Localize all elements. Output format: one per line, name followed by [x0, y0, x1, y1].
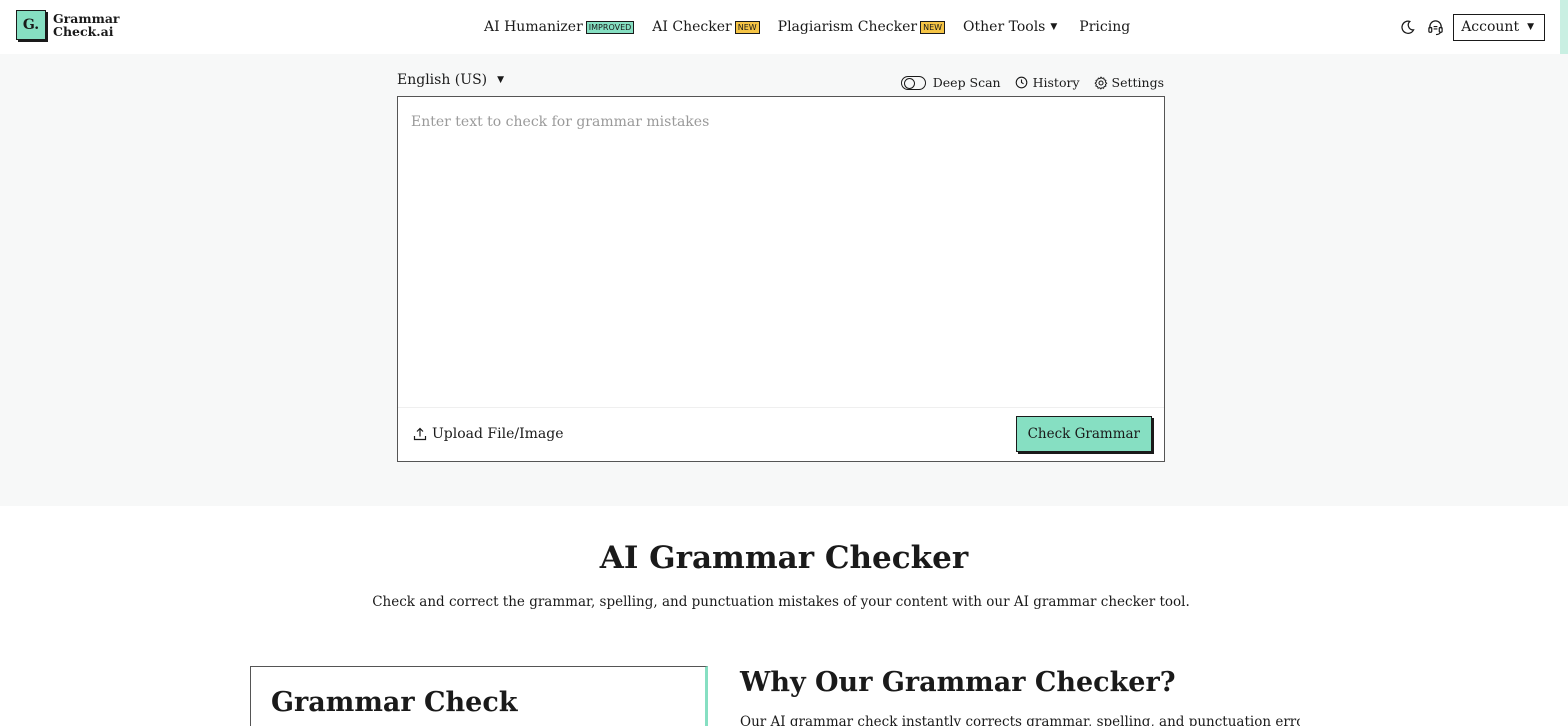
nav-label: Other Tools: [963, 19, 1046, 35]
support-headset-icon[interactable]: [1421, 13, 1449, 41]
card-title: Grammar Check: [271, 687, 518, 718]
upload-file-button[interactable]: Upload File/Image: [413, 426, 564, 442]
grammar-text-input[interactable]: [398, 97, 1164, 407]
caret-down-icon: ▼: [1527, 22, 1534, 32]
new-badge: NEW: [734, 20, 760, 34]
gear-icon: [1094, 76, 1107, 89]
caret-down-icon: ▼: [1050, 22, 1058, 32]
page-subtitle: Check and correct the grammar, spelling,…: [372, 594, 1190, 610]
why-section-title: Why Our Grammar Checker?: [740, 667, 1176, 698]
top-navbar: G. Grammar Check.ai AI Humanizer IMPROVE…: [0, 0, 1568, 54]
nav-plagiarism-checker[interactable]: Plagiarism Checker NEW: [777, 19, 946, 35]
main-nav: AI Humanizer IMPROVED AI Checker NEW Pla…: [484, 0, 1130, 54]
history-button[interactable]: History: [1015, 75, 1080, 90]
logo-mark: G.: [16, 10, 46, 40]
nav-label: AI Checker: [652, 19, 732, 35]
nav-ai-checker[interactable]: AI Checker NEW: [652, 19, 760, 35]
improved-badge: IMPROVED: [585, 20, 635, 34]
nav-label: AI Humanizer: [484, 19, 583, 35]
settings-label: Settings: [1111, 75, 1164, 90]
deep-scan-label: Deep Scan: [932, 75, 1001, 90]
logo-wordmark: Grammar Check.ai: [53, 12, 120, 38]
account-label: Account: [1461, 19, 1520, 35]
check-grammar-button[interactable]: Check Grammar: [1015, 416, 1152, 452]
nav-other-tools-dropdown[interactable]: Other Tools ▼: [963, 19, 1057, 35]
nav-ai-humanizer[interactable]: AI Humanizer IMPROVED: [484, 19, 635, 35]
history-clock-icon: [1015, 76, 1027, 89]
why-section-text: Our AI grammar check instantly corrects …: [740, 714, 1300, 726]
moon-icon[interactable]: [1393, 13, 1421, 41]
nav-label: Pricing: [1079, 19, 1131, 35]
grammar-check-card: Grammar Check: [250, 666, 708, 726]
site-logo[interactable]: G. Grammar Check.ai: [16, 10, 120, 40]
header-actions: Account ▼: [1393, 13, 1545, 41]
logo-line-2: Check.ai: [53, 24, 114, 39]
nav-pricing[interactable]: Pricing: [1079, 19, 1130, 35]
toggle-switch-icon: [900, 75, 926, 90]
deep-scan-toggle[interactable]: Deep Scan: [900, 75, 1001, 90]
grammar-tool-section: English (US) ▼ Deep Scan History Setting…: [0, 54, 1568, 506]
editor-footer: Upload File/Image Check Grammar: [398, 407, 1164, 461]
new-badge: NEW: [920, 20, 946, 34]
history-label: History: [1032, 75, 1080, 90]
language-value: English (US): [397, 72, 488, 88]
settings-button[interactable]: Settings: [1094, 75, 1164, 90]
page-title: AI Grammar Checker: [599, 540, 969, 576]
nav-label: Plagiarism Checker: [777, 19, 918, 35]
caret-down-icon: ▼: [497, 75, 505, 85]
text-editor: Upload File/Image Check Grammar: [397, 96, 1165, 462]
editor-toolbar: Deep Scan History Settings: [887, 75, 1164, 90]
upload-label: Upload File/Image: [432, 426, 564, 442]
language-select[interactable]: English (US) ▼: [397, 72, 504, 88]
account-dropdown[interactable]: Account ▼: [1453, 13, 1545, 41]
upload-icon: [413, 427, 427, 441]
